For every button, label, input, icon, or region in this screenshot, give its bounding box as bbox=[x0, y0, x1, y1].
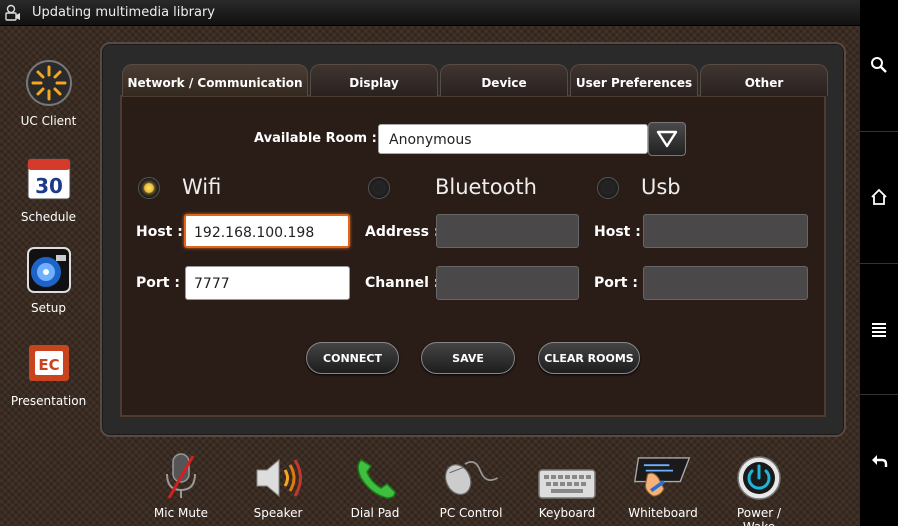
bluetooth-channel-input[interactable] bbox=[436, 266, 579, 300]
bluetooth-channel-label: Channel : bbox=[365, 275, 440, 291]
home-icon bbox=[871, 188, 887, 206]
menu-button[interactable] bbox=[860, 264, 898, 396]
uc-client-icon bbox=[24, 58, 74, 108]
media-sync-icon bbox=[0, 0, 26, 26]
dock-item-label: Speaker bbox=[253, 506, 303, 520]
clear-rooms-button[interactable]: CLEAR ROOMS bbox=[538, 342, 640, 374]
usb-radio[interactable] bbox=[597, 177, 619, 199]
usb-host-input[interactable] bbox=[643, 214, 808, 248]
dock-item-dial-pad[interactable]: Dial Pad bbox=[335, 446, 415, 520]
wifi-port-input[interactable]: 7777 bbox=[185, 266, 350, 300]
sidebar-item-setup[interactable]: Setup bbox=[0, 245, 97, 315]
sidebar-item-presentation[interactable]: EC Presentation bbox=[0, 338, 97, 408]
system-nav-bar bbox=[860, 0, 898, 526]
dock-item-whiteboard[interactable]: Whiteboard bbox=[623, 446, 703, 520]
wifi-radio[interactable] bbox=[138, 177, 160, 199]
dock-item-label: Power / Wake bbox=[736, 506, 782, 526]
setup-icon bbox=[24, 245, 74, 295]
keyboard-icon bbox=[537, 446, 597, 502]
back-icon bbox=[872, 454, 888, 467]
dock-item-keyboard[interactable]: Keyboard bbox=[527, 446, 607, 520]
sidebar-item-schedule[interactable]: 30 Schedule bbox=[0, 154, 97, 224]
wifi-label: Wifi bbox=[182, 175, 222, 199]
triangle-down-icon bbox=[656, 130, 678, 148]
mouse-icon bbox=[441, 446, 501, 502]
search-button[interactable] bbox=[860, 0, 898, 132]
sidebar-item-uc-client[interactable]: UC Client bbox=[0, 58, 97, 128]
available-room-label: Available Room : bbox=[254, 131, 377, 146]
wifi-host-input[interactable]: 192.168.100.198 bbox=[184, 214, 350, 248]
bluetooth-address-input[interactable] bbox=[436, 214, 579, 248]
dock-item-label: Dial Pad bbox=[350, 506, 400, 520]
dock-item-label: PC Control bbox=[439, 506, 503, 520]
dock-item-label: Mic Mute bbox=[153, 506, 209, 520]
sidebar-item-label: UC Client bbox=[20, 114, 77, 128]
mic-mute-icon bbox=[151, 446, 211, 502]
sidebar-item-label: Schedule bbox=[20, 210, 77, 224]
usb-label: Usb bbox=[641, 175, 681, 199]
usb-host-label: Host : bbox=[594, 224, 641, 240]
presentation-icon: EC bbox=[24, 338, 74, 388]
speaker-icon bbox=[248, 446, 308, 502]
dock-item-label: Whiteboard bbox=[628, 506, 698, 520]
sidebar-item-label: Presentation bbox=[10, 394, 87, 408]
wifi-port-label: Port : bbox=[136, 275, 180, 291]
dock-item-power-wake[interactable]: Power / Wake bbox=[719, 446, 799, 526]
power-icon bbox=[729, 446, 789, 502]
phone-icon bbox=[345, 446, 405, 502]
usb-port-label: Port : bbox=[594, 275, 638, 291]
calendar-icon: 30 bbox=[24, 154, 74, 204]
tab-other[interactable]: Other bbox=[700, 64, 828, 96]
search-icon bbox=[871, 57, 887, 74]
tab-network-communication[interactable]: Network / Communication bbox=[122, 64, 308, 96]
dock-item-label: Keyboard bbox=[538, 506, 596, 520]
available-room-select[interactable]: Anonymous bbox=[378, 124, 648, 154]
status-bar: Updating multimedia library bbox=[0, 0, 860, 26]
tab-device[interactable]: Device bbox=[440, 64, 568, 96]
back-button[interactable] bbox=[860, 395, 898, 526]
dock-item-speaker[interactable]: Speaker bbox=[238, 446, 318, 520]
status-title: Updating multimedia library bbox=[32, 5, 215, 20]
dock-item-mic-mute[interactable]: Mic Mute bbox=[141, 446, 221, 520]
usb-port-input[interactable] bbox=[643, 266, 808, 300]
tab-display[interactable]: Display bbox=[310, 64, 438, 96]
calendar-date: 30 bbox=[35, 174, 63, 198]
wifi-host-label: Host : bbox=[136, 224, 183, 240]
bluetooth-radio[interactable] bbox=[368, 177, 390, 199]
bluetooth-address-label: Address : bbox=[365, 224, 440, 240]
tab-user-preferences[interactable]: User Preferences bbox=[570, 64, 698, 96]
sidebar-item-label: Setup bbox=[31, 301, 66, 315]
save-button[interactable]: SAVE bbox=[421, 342, 515, 374]
home-button[interactable] bbox=[860, 132, 898, 264]
room-dropdown-button[interactable] bbox=[648, 122, 686, 156]
svg-text:EC: EC bbox=[38, 356, 59, 374]
whiteboard-icon bbox=[633, 446, 693, 502]
dock-item-pc-control[interactable]: PC Control bbox=[431, 446, 511, 520]
settings-tabs: Network / Communication Display Device U… bbox=[122, 64, 830, 96]
menu-icon bbox=[872, 322, 886, 337]
connect-button[interactable]: CONNECT bbox=[306, 342, 399, 374]
bluetooth-label: Bluetooth bbox=[435, 175, 537, 199]
